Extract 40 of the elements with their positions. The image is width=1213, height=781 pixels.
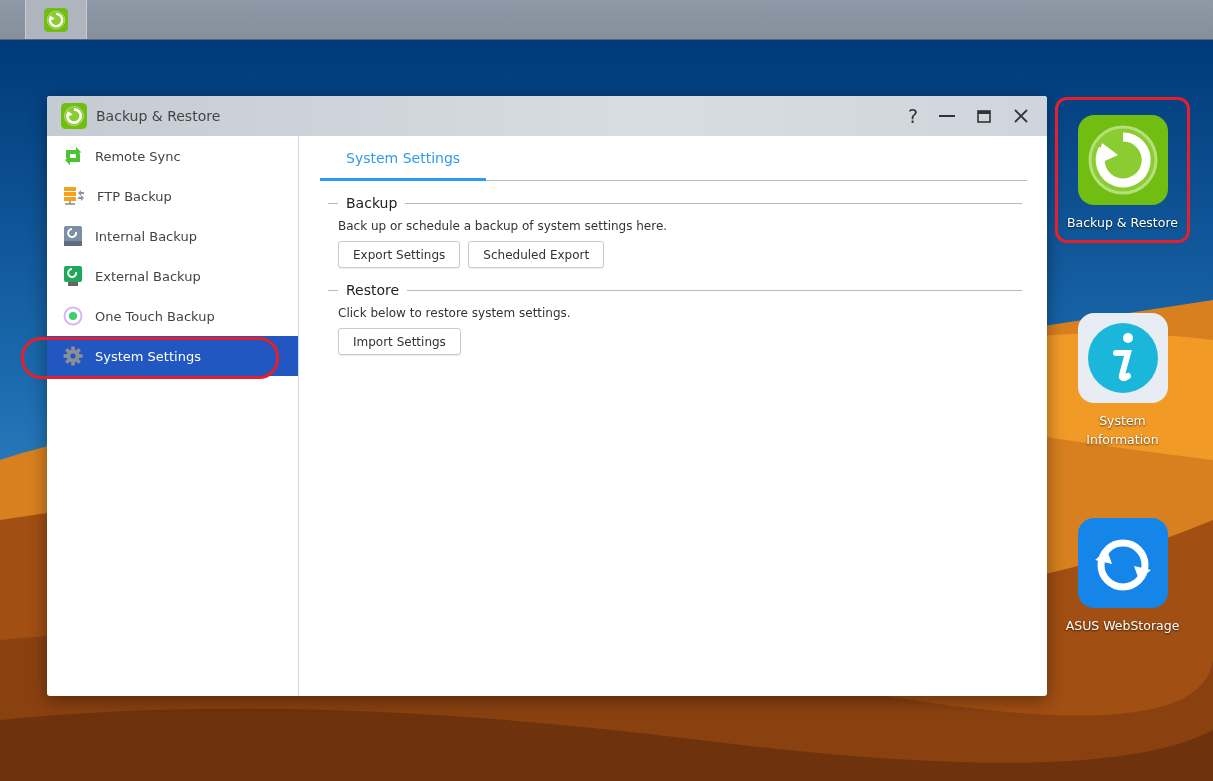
maximize-icon [977, 109, 991, 123]
section-description: Click below to restore system settings. [338, 306, 572, 320]
sync-arrows-icon [63, 146, 83, 166]
minimize-icon [939, 115, 955, 117]
action-button[interactable]: Export Settings [338, 241, 461, 268]
sidebar-item[interactable]: Internal Backup [47, 216, 298, 256]
cloud-sync-app-icon [1077, 518, 1168, 608]
sidebar-item-label: Internal Backup [95, 228, 197, 244]
server-transfer-icon [63, 186, 85, 206]
sidebar-item[interactable]: External Backup [47, 256, 298, 296]
sidebar-item[interactable]: FTP Backup [47, 176, 298, 216]
sidebar-item-label: Remote Sync [95, 148, 181, 164]
drive-icon [63, 265, 83, 287]
desktop-shortcut[interactable]: ASUS WebStorage [1055, 500, 1190, 646]
sidebar-item[interactable]: Remote Sync [47, 136, 298, 176]
window-title: Backup & Restore [96, 108, 222, 124]
shortcut-label: ASUS WebStorage [1064, 617, 1181, 635]
drive-icon [63, 225, 83, 247]
backup-app-icon [1077, 115, 1168, 205]
backup-app-icon [61, 103, 87, 129]
sidebar-item-label: FTP Backup [97, 188, 172, 204]
info-app-icon [1077, 313, 1168, 403]
action-button[interactable]: Scheduled Export [468, 241, 605, 268]
shortcut-label: System Information [1085, 412, 1160, 449]
radio-dot-icon [63, 306, 83, 326]
gear-icon [63, 346, 83, 366]
section-description: Back up or schedule a backup of system settings here. [338, 219, 669, 233]
sidebar-item-label: External Backup [95, 268, 201, 284]
shortcut-label: Backup & Restore [1066, 214, 1179, 232]
close-icon [1014, 109, 1028, 123]
action-button[interactable]: Import Settings [338, 328, 461, 355]
help-button[interactable]: ? [903, 105, 922, 127]
section-title: Restore [346, 282, 400, 298]
sidebar-item[interactable]: System Settings [47, 336, 298, 376]
sidebar-item-label: One Touch Backup [95, 308, 215, 324]
section-title: Backup [346, 195, 398, 211]
desktop-shortcut[interactable]: Backup & Restore [1055, 97, 1190, 243]
sidebar-item-label: System Settings [95, 348, 201, 364]
sidebar-item[interactable]: One Touch Backup [47, 296, 298, 336]
backup-app-icon [44, 7, 68, 32]
